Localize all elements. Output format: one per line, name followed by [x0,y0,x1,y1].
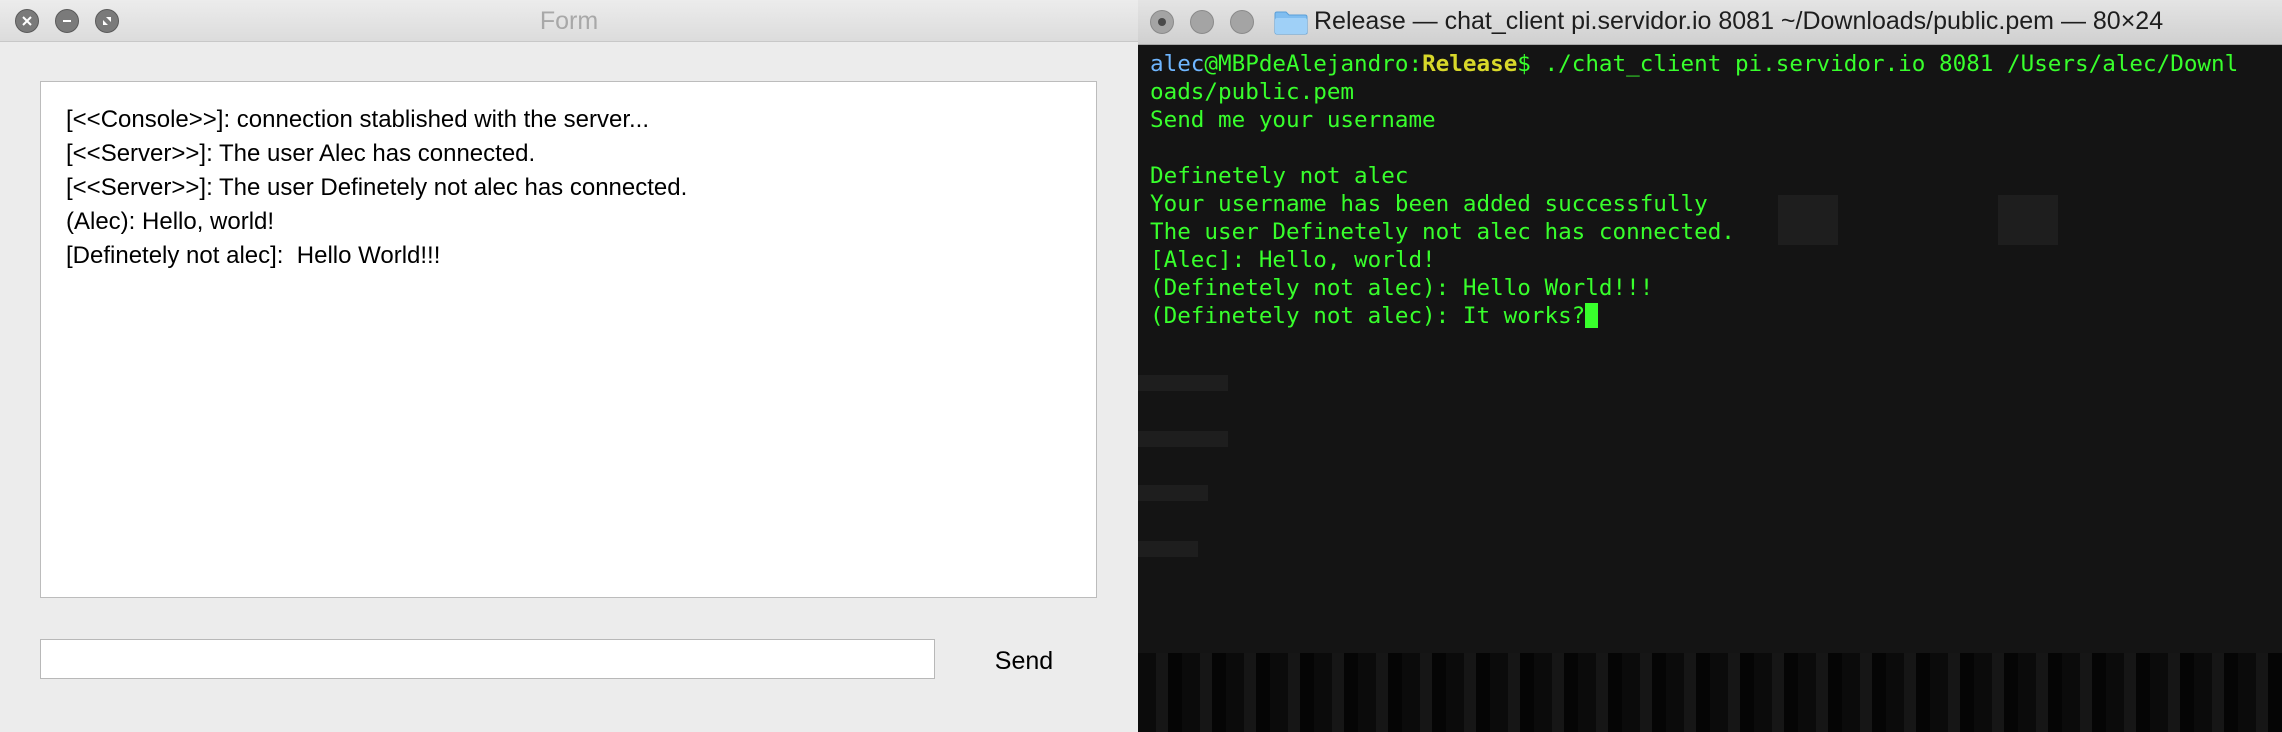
send-button[interactable]: Send [966,642,1082,680]
prompt-symbol: $ [1517,51,1531,77]
prompt-command: ./chat_client pi.servidor.io 8081 /Users… [1530,51,2239,77]
fullscreen-icon[interactable] [1230,10,1254,34]
minimize-icon[interactable] [1190,10,1214,34]
terminal-cursor [1585,303,1599,328]
chat-message: [<<Console>>]: connection stablished wit… [66,106,650,133]
terminal-line: [Alec]: Hello, world! [1150,247,1436,273]
terminal-line: (Definetely not alec): Hello World!!! [1150,275,1654,301]
terminal-output[interactable]: alec@MBPdeAlejandro:Release$ ./chat_clie… [1138,45,2282,732]
prompt-user: alec [1150,51,1205,77]
window-title: Release — chat_client pi.servidor.io 808… [1314,7,2164,35]
terminal-line: oads/public.pem [1150,79,1355,105]
prompt-dir: Release [1422,51,1518,77]
chat-message: [<<Server>>]: The user Alec has connecte… [66,140,536,167]
form-titlebar: Form [0,0,1138,42]
window-title: Form [539,7,599,35]
message-input[interactable] [40,639,935,679]
background-noise [1138,653,2282,732]
form-window: Form [<<Console>>]: connection stablishe… [0,0,1138,732]
terminal-window: Release — chat_client pi.servidor.io 808… [1138,0,2282,732]
terminal-line: Definetely not alec [1150,163,1409,189]
terminal-last-line: (Definetely not alec): It works? [1150,302,1599,330]
terminal-line: (Definetely not alec): It works? [1150,303,1586,329]
prompt-host: @MBPdeAlejandro: [1204,51,1423,77]
terminal-line: The user Definetely not alec has connect… [1150,219,1735,245]
folder-icon [1274,11,1308,35]
chat-message: [Definetely not alec]: Hello World!!! [66,242,441,269]
terminal-line: Send me your username [1150,107,1436,133]
terminal-prompt-line: alec@MBPdeAlejandro:Release$ ./chat_clie… [1150,50,2238,78]
close-icon[interactable] [1150,10,1174,34]
chat-log[interactable]: [<<Console>>]: connection stablished wit… [40,81,1097,598]
chat-message: (Alec): Hello, world! [66,208,275,235]
terminal-line: Your username has been added successfull… [1150,191,1708,217]
terminal-titlebar: Release — chat_client pi.servidor.io 808… [1138,0,2282,45]
chat-message: [<<Server>>]: The user Definetely not al… [66,174,688,201]
